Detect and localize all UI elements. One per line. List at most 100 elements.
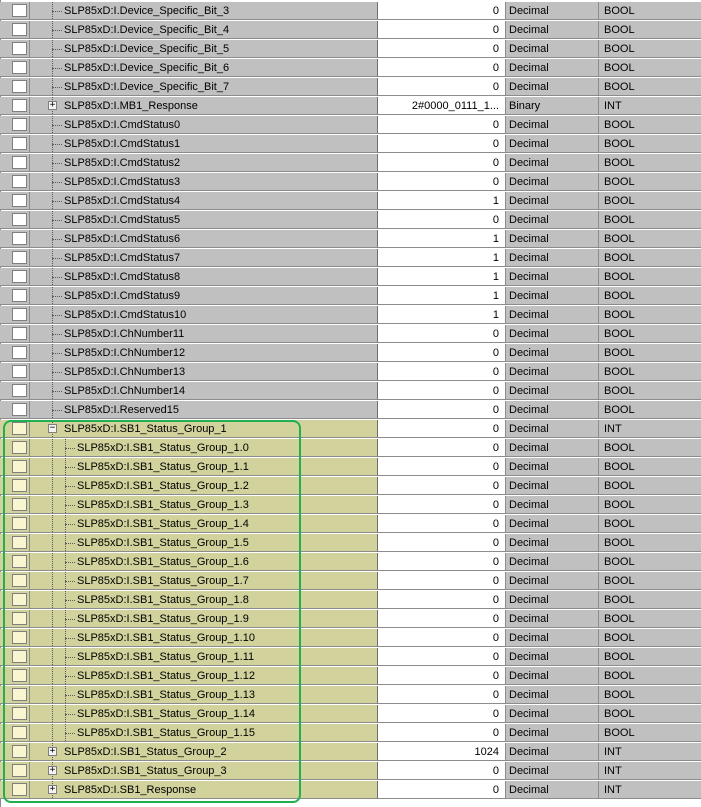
- tag-value[interactable]: 0: [378, 667, 506, 685]
- tag-row[interactable]: SLP85xD:I.ChNumber13 0 Decimal BOOL: [0, 363, 701, 382]
- tag-row[interactable]: SLP85xD:I.CmdStatus1 0 Decimal BOOL: [0, 135, 701, 154]
- row-selector[interactable]: [0, 59, 11, 77]
- tag-style[interactable]: Decimal: [506, 173, 599, 191]
- tag-row[interactable]: + SLP85xD:I.MB1_Response 2#0000_0111_1... B…: [0, 97, 701, 116]
- tag-name-cell[interactable]: SLP85xD:I.CmdStatus2: [30, 154, 378, 172]
- tag-value[interactable]: 1: [378, 192, 506, 210]
- tag-name-cell[interactable]: SLP85xD:I.CmdStatus7: [30, 249, 378, 267]
- tag-value[interactable]: 0: [378, 762, 506, 780]
- tag-value[interactable]: 0: [378, 553, 506, 571]
- row-selector[interactable]: [0, 686, 11, 704]
- tag-row[interactable]: SLP85xD:I.SB1_Status_Group_1.0 0 Decimal BO…: [0, 439, 701, 458]
- tag-row[interactable]: SLP85xD:I.Device_Specific_Bit_5 0 Decimal B…: [0, 40, 701, 59]
- tag-value[interactable]: 0: [378, 116, 506, 134]
- row-checkbox[interactable]: [12, 783, 27, 796]
- tag-name-cell[interactable]: SLP85xD:I.SB1_Status_Group_1.14: [30, 705, 378, 723]
- tag-row[interactable]: SLP85xD:I.CmdStatus5 0 Decimal BOOL: [0, 211, 701, 230]
- row-selector[interactable]: [0, 477, 11, 495]
- row-selector[interactable]: [0, 534, 11, 552]
- tag-style[interactable]: Decimal: [506, 268, 599, 286]
- row-selector[interactable]: [0, 97, 11, 115]
- tag-name-cell[interactable]: SLP85xD:I.Device_Specific_Bit_4: [30, 21, 378, 39]
- tag-name-cell[interactable]: + SLP85xD:I.MB1_Response: [30, 97, 378, 115]
- tag-style[interactable]: Decimal: [506, 154, 599, 172]
- tag-style[interactable]: Decimal: [506, 401, 599, 419]
- tag-row[interactable]: SLP85xD:I.SB1_Status_Group_1.5 0 Decimal BO…: [0, 534, 701, 553]
- tag-style[interactable]: Decimal: [506, 40, 599, 58]
- row-checkbox[interactable]: [12, 422, 27, 435]
- tag-row[interactable]: SLP85xD:I.CmdStatus6 1 Decimal BOOL: [0, 230, 701, 249]
- tag-name-cell[interactable]: SLP85xD:I.Device_Specific_Bit_5: [30, 40, 378, 58]
- tag-style[interactable]: Decimal: [506, 211, 599, 229]
- row-checkbox[interactable]: [12, 194, 27, 207]
- tag-value[interactable]: 1024: [378, 743, 506, 761]
- row-selector[interactable]: [0, 420, 11, 438]
- tag-row[interactable]: SLP85xD:I.ChNumber14 0 Decimal BOOL: [0, 382, 701, 401]
- tag-style[interactable]: Decimal: [506, 420, 599, 438]
- tag-row[interactable]: SLP85xD:I.SB1_Status_Group_1.7 0 Decimal BO…: [0, 572, 701, 591]
- tag-style[interactable]: Decimal: [506, 363, 599, 381]
- tag-row[interactable]: SLP85xD:I.SB1_Status_Group_1.8 0 Decimal BO…: [0, 591, 701, 610]
- tag-name-cell[interactable]: SLP85xD:I.CmdStatus0: [30, 116, 378, 134]
- tag-style[interactable]: Decimal: [506, 496, 599, 514]
- tag-name-cell[interactable]: SLP85xD:I.SB1_Status_Group_1.11: [30, 648, 378, 666]
- row-checkbox[interactable]: [12, 764, 27, 777]
- tag-style[interactable]: Decimal: [506, 724, 599, 742]
- row-selector[interactable]: [0, 591, 11, 609]
- row-checkbox[interactable]: [12, 99, 27, 112]
- collapse-icon[interactable]: −: [48, 424, 57, 433]
- tag-name-cell[interactable]: SLP85xD:I.ChNumber11: [30, 325, 378, 343]
- tag-style[interactable]: Decimal: [506, 515, 599, 533]
- tag-value[interactable]: 0: [378, 363, 506, 381]
- row-selector[interactable]: [0, 572, 11, 590]
- tag-style[interactable]: Decimal: [506, 458, 599, 476]
- tag-row[interactable]: SLP85xD:I.CmdStatus10 1 Decimal BOOL: [0, 306, 701, 325]
- tag-name-cell[interactable]: SLP85xD:I.SB1_Status_Group_1.13: [30, 686, 378, 704]
- tag-row[interactable]: SLP85xD:I.Device_Specific_Bit_6 0 Decimal B…: [0, 59, 701, 78]
- row-checkbox[interactable]: [12, 745, 27, 758]
- row-checkbox[interactable]: [12, 403, 27, 416]
- tag-row[interactable]: SLP85xD:I.SB1_Status_Group_1.3 0 Decimal BO…: [0, 496, 701, 515]
- tag-style[interactable]: Decimal: [506, 116, 599, 134]
- row-selector[interactable]: [0, 382, 11, 400]
- tag-name-cell[interactable]: SLP85xD:I.ChNumber14: [30, 382, 378, 400]
- tag-value[interactable]: 0: [378, 173, 506, 191]
- row-selector[interactable]: [0, 249, 11, 267]
- row-selector[interactable]: [0, 743, 11, 761]
- tag-style[interactable]: Decimal: [506, 21, 599, 39]
- tag-value[interactable]: 0: [378, 648, 506, 666]
- tag-value[interactable]: 0: [378, 629, 506, 647]
- row-selector[interactable]: [0, 40, 11, 58]
- row-selector[interactable]: [0, 781, 11, 799]
- row-selector[interactable]: [0, 515, 11, 533]
- row-selector[interactable]: [0, 458, 11, 476]
- row-selector[interactable]: [0, 116, 11, 134]
- tag-row[interactable]: SLP85xD:I.SB1_Status_Group_1.14 0 Decimal B…: [0, 705, 701, 724]
- tag-style[interactable]: Decimal: [506, 59, 599, 77]
- tag-value[interactable]: 0: [378, 724, 506, 742]
- tag-name-cell[interactable]: − SLP85xD:I.SB1_Status_Group_1: [30, 420, 378, 438]
- row-checkbox[interactable]: [12, 574, 27, 587]
- row-selector[interactable]: [0, 173, 11, 191]
- tag-name-cell[interactable]: SLP85xD:I.CmdStatus6: [30, 230, 378, 248]
- row-checkbox[interactable]: [12, 4, 27, 17]
- tag-name-cell[interactable]: SLP85xD:I.SB1_Status_Group_1.8: [30, 591, 378, 609]
- tag-name-cell[interactable]: SLP85xD:I.SB1_Status_Group_1.5: [30, 534, 378, 552]
- row-selector[interactable]: [0, 553, 11, 571]
- tag-row[interactable]: SLP85xD:I.SB1_Status_Group_1.13 0 Decimal B…: [0, 686, 701, 705]
- tag-style[interactable]: Decimal: [506, 477, 599, 495]
- tag-row[interactable]: SLP85xD:I.SB1_Status_Group_1.1 0 Decimal BO…: [0, 458, 701, 477]
- tag-style[interactable]: Decimal: [506, 629, 599, 647]
- tag-name-cell[interactable]: SLP85xD:I.Reserved15: [30, 401, 378, 419]
- tag-style[interactable]: Decimal: [506, 382, 599, 400]
- tag-value[interactable]: 0: [378, 458, 506, 476]
- tag-value[interactable]: 1: [378, 306, 506, 324]
- tag-row[interactable]: SLP85xD:I.CmdStatus2 0 Decimal BOOL: [0, 154, 701, 173]
- tag-value[interactable]: 1: [378, 230, 506, 248]
- tag-row[interactable]: SLP85xD:I.Reserved15 0 Decimal BOOL: [0, 401, 701, 420]
- tag-name-cell[interactable]: SLP85xD:I.SB1_Status_Group_1.2: [30, 477, 378, 495]
- tag-name-cell[interactable]: SLP85xD:I.SB1_Status_Group_1.9: [30, 610, 378, 628]
- tag-name-cell[interactable]: + SLP85xD:I.SB1_Response: [30, 781, 378, 799]
- row-checkbox[interactable]: [12, 688, 27, 701]
- row-checkbox[interactable]: [12, 137, 27, 150]
